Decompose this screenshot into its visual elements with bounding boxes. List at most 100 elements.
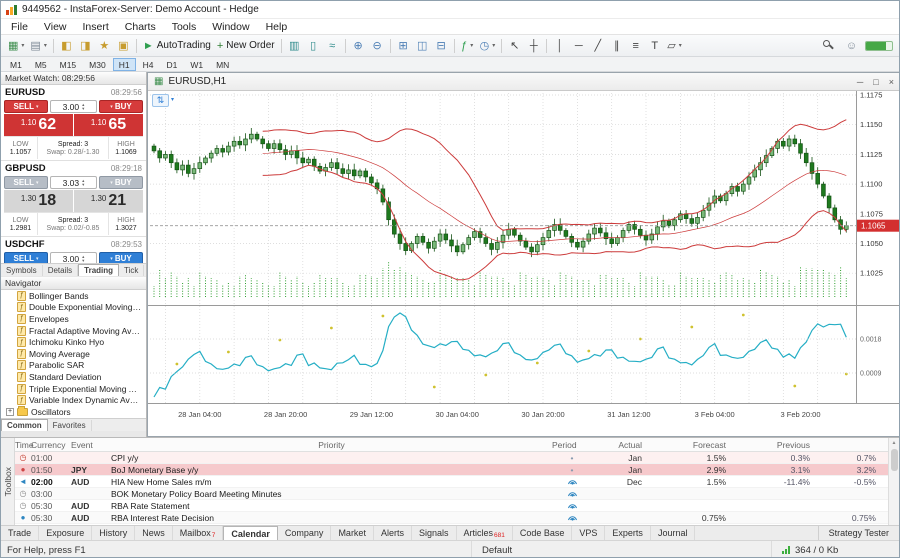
toolbox-tab-journal[interactable]: Journal <box>651 526 696 540</box>
data-window-toggle-button[interactable]: ◨ <box>76 37 95 55</box>
navigator-item-oscillators[interactable]: +Oscillators <box>1 406 146 418</box>
timeframe-mn[interactable]: MN <box>210 58 235 71</box>
bid-price[interactable]: 1.1062 <box>4 114 73 136</box>
lot-stepper-gbpusd[interactable]: 3.03▴▾ <box>50 176 97 189</box>
periods-button[interactable]: ◷▾ <box>477 37 499 55</box>
menu-help[interactable]: Help <box>258 20 296 34</box>
sell-button-usdchf[interactable]: SELL ▾ <box>4 252 48 263</box>
timeframe-m15[interactable]: M15 <box>54 58 83 71</box>
scrollbar-up-icon[interactable]: ▲ <box>889 438 899 446</box>
symbol-name-row[interactable]: USDCHF08:29:53 <box>1 237 146 251</box>
calendar-column-time[interactable]: Time <box>15 440 31 450</box>
new-order-button[interactable]: +New Order <box>214 37 278 55</box>
search-button[interactable] <box>819 37 838 55</box>
lot-stepper-eurusd[interactable]: 3.00▴▾ <box>50 100 97 113</box>
menu-view[interactable]: View <box>36 20 75 34</box>
candlestick-chart-button[interactable]: ▯ <box>304 37 323 55</box>
calendar-row[interactable]: ◷03:00BOK Monetary Policy Board Meeting … <box>15 488 888 500</box>
one-click-trading-icon[interactable]: ⇅ <box>152 94 169 107</box>
navigator-item-ichimoku-kinko-hyo[interactable]: ƒIchimoku Kinko Hyo <box>1 336 146 348</box>
menu-file[interactable]: File <box>3 20 36 34</box>
calendar-row[interactable]: ◷05:30AUDRBA Rate Statement <box>15 500 888 512</box>
navigator-item-parabolic-sar[interactable]: ƒParabolic SAR <box>1 360 146 372</box>
toolbox-tab-experts[interactable]: Experts <box>605 526 651 540</box>
timeframe-d1[interactable]: D1 <box>160 58 183 71</box>
toolbox-tab-company[interactable]: Company <box>278 526 332 540</box>
toolbox-tab-vps[interactable]: VPS <box>572 526 605 540</box>
chart-restore-button[interactable]: □ <box>873 77 878 87</box>
bar-chart-button[interactable]: ▥ <box>285 37 304 55</box>
market-watch-tab-tick[interactable]: Tick <box>119 265 144 276</box>
navigator-item-bollinger-bands[interactable]: ƒBollinger Bands <box>1 290 146 302</box>
toolbox-tab-history[interactable]: History <box>92 526 135 540</box>
sell-button-eurusd[interactable]: SELL ▾ <box>4 100 48 113</box>
toolbox-tab-trade[interactable]: Trade <box>1 526 39 540</box>
toolbox-tab-alerts[interactable]: Alerts <box>374 526 412 540</box>
calendar-column-currency[interactable]: Currency <box>31 440 71 450</box>
navigator-tab-favorites[interactable]: Favorites <box>48 420 92 431</box>
calendar-row[interactable]: ●05:30AUDRBA Interest Rate Decision0.75%… <box>15 512 888 524</box>
navigator-item-fractal-adaptive-moving-average[interactable]: ƒFractal Adaptive Moving Average <box>1 325 146 337</box>
toolbox-tab-calendar[interactable]: Calendar <box>223 526 278 540</box>
market-watch-tab-trading[interactable]: Trading <box>78 264 119 276</box>
trendline-button[interactable]: ╱ <box>588 37 607 55</box>
line-chart-button[interactable]: ≈ <box>323 37 342 55</box>
toolbox-tab-signals[interactable]: Signals <box>412 526 457 540</box>
toolbox-side-tab[interactable]: Toolbox <box>1 438 15 526</box>
timeframe-w1[interactable]: W1 <box>184 58 209 71</box>
chart-canvas[interactable]: 1.11751.11501.11251.11001.10751.10501.10… <box>148 91 900 436</box>
cursor-button[interactable]: ↖ <box>505 37 524 55</box>
expand-icon[interactable]: + <box>6 408 14 416</box>
calendar-column-priority[interactable]: Priority <box>111 440 552 450</box>
indicators-button[interactable]: ƒ▾ <box>458 37 477 55</box>
navigator-toggle-button[interactable]: ★ <box>95 37 114 55</box>
calendar-row[interactable]: ◄02:00AUDHIA New Home Sales m/mDec1.5%-1… <box>15 476 888 488</box>
lot-stepper-usdchf[interactable]: 3.00▴▾ <box>50 252 97 263</box>
calendar-column-actual[interactable]: Actual <box>592 440 654 450</box>
crosshair-button[interactable]: ┼ <box>524 37 543 55</box>
calendar-column-forecast[interactable]: Forecast <box>654 440 738 450</box>
status-profile[interactable]: Default <box>471 541 771 558</box>
toolbox-tab-mailbox[interactable]: Mailbox7 <box>173 526 224 540</box>
toolbox-tab-market[interactable]: Market <box>331 526 374 540</box>
menu-charts[interactable]: Charts <box>117 20 164 34</box>
toolbox-tab-code-base[interactable]: Code Base <box>513 526 573 540</box>
navigator-tab-common[interactable]: Common <box>1 419 48 431</box>
chart-area[interactable]: ⇅ ▾ 1.11751.11501.11251.11001.10751.1050… <box>148 91 900 436</box>
buy-button-gbpusd[interactable]: ▾ BUY <box>99 176 143 189</box>
bid-price[interactable]: 1.3018 <box>4 190 73 212</box>
timeframe-m1[interactable]: M1 <box>4 58 28 71</box>
navigator-item-double-exponential-moving-average[interactable]: ƒDouble Exponential Moving Average <box>1 302 146 314</box>
toolbox-tab-news[interactable]: News <box>135 526 173 540</box>
one-click-caret-icon[interactable]: ▾ <box>171 96 174 103</box>
toolbox-tab-exposure[interactable]: Exposure <box>39 526 92 540</box>
calendar-column-previous[interactable]: Previous <box>738 440 822 450</box>
equidistant-channel-button[interactable]: ∥ <box>607 37 626 55</box>
chart-close-button[interactable]: × <box>889 77 894 87</box>
autotrading-button[interactable]: ►AutoTrading <box>140 37 214 55</box>
timeframe-m5[interactable]: M5 <box>29 58 53 71</box>
calendar-column-event[interactable]: Event <box>71 440 111 450</box>
cascade-windows-button[interactable]: ◫ <box>413 37 432 55</box>
timeframe-m30[interactable]: M30 <box>83 58 112 71</box>
calendar-row[interactable]: ●01:50JPYBoJ Monetary Base y/y•Jan2.9%3.… <box>15 464 888 476</box>
strategy-tester-tab[interactable]: Strategy Tester <box>818 526 899 540</box>
shapes-button[interactable]: ▱▾ <box>664 37 684 55</box>
timeframe-h1[interactable]: H1 <box>113 58 136 71</box>
vertical-line-button[interactable]: │ <box>550 37 569 55</box>
buy-button-eurusd[interactable]: ▾ BUY <box>99 100 143 113</box>
menu-insert[interactable]: Insert <box>75 20 117 34</box>
menu-tools[interactable]: Tools <box>164 20 205 34</box>
ask-price[interactable]: 1.1065 <box>74 114 143 136</box>
market-watch-toggle-button[interactable]: ◧ <box>57 37 76 55</box>
calendar-column-period[interactable]: Period <box>552 440 592 450</box>
calendar-row[interactable]: ◷01:00CPI y/y•Jan1.5%0.3%0.7% <box>15 452 888 464</box>
timeframe-h4[interactable]: H4 <box>137 58 160 71</box>
chart-minimize-button[interactable]: ─ <box>857 77 863 87</box>
horizontal-line-button[interactable]: ─ <box>569 37 588 55</box>
toolbox-tab-articles[interactable]: Articles681 <box>457 526 513 540</box>
toolbox-scrollbar[interactable]: ▲ <box>888 438 899 526</box>
tile-horizontally-button[interactable]: ⊟ <box>432 37 451 55</box>
scrollbar-thumb[interactable] <box>891 449 898 471</box>
buy-button-usdchf[interactable]: ▾ BUY <box>99 252 143 263</box>
